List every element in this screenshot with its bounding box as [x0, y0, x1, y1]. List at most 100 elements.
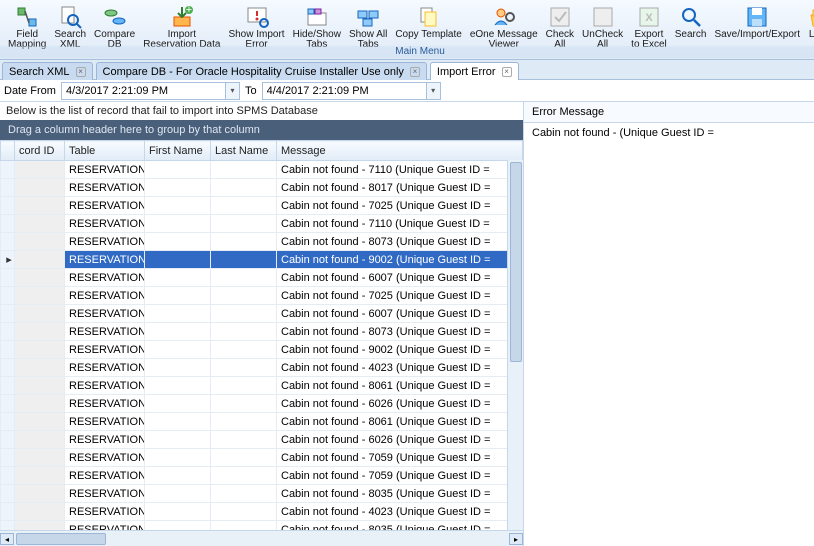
show-import-error-button[interactable]: Show Import Error: [224, 3, 288, 52]
table-row[interactable]: RESERVATIONCabin not found - 6007 (Uniqu…: [1, 269, 523, 287]
date-to-dropdown[interactable]: ▾: [427, 82, 441, 100]
show-all-tabs-button[interactable]: Show All Tabs: [345, 3, 391, 52]
table-row[interactable]: ▸RESERVATIONCabin not found - 9002 (Uniq…: [1, 251, 523, 269]
check-all-button[interactable]: Check All: [542, 3, 578, 52]
cell-first-name: [145, 503, 211, 521]
horizontal-scrollbar[interactable]: ◂ ▸: [0, 530, 523, 546]
load-button[interactable]: Load: [804, 3, 814, 42]
cell-last-name: [211, 413, 277, 431]
tab[interactable]: Import Error×: [430, 62, 519, 80]
cell-message: Cabin not found - 6026 (Unique Guest ID …: [277, 431, 523, 449]
cell-message: Cabin not found - 9002 (Unique Guest ID …: [277, 251, 523, 269]
table-row[interactable]: RESERVATIONCabin not found - 7110 (Uniqu…: [1, 161, 523, 179]
copy-template-button[interactable]: Copy Template: [391, 3, 466, 42]
row-indicator: [1, 521, 15, 531]
table-row[interactable]: RESERVATIONCabin not found - 8035 (Uniqu…: [1, 485, 523, 503]
eone-msg-button[interactable]: eOne Message Viewer: [466, 3, 542, 52]
hide-show-tabs-button[interactable]: Hide/Show Tabs: [289, 3, 345, 52]
cell-first-name: [145, 179, 211, 197]
scrollbar-thumb[interactable]: [16, 533, 106, 545]
group-by-zone[interactable]: Drag a column header here to group by th…: [0, 120, 523, 140]
cell-message: Cabin not found - 4023 (Unique Guest ID …: [277, 359, 523, 377]
table-row[interactable]: RESERVATIONCabin not found - 6026 (Uniqu…: [1, 431, 523, 449]
error-message-panel: Error Message Cabin not found - (Unique …: [524, 102, 814, 546]
uncheck-all-button[interactable]: UnCheck All: [578, 3, 627, 52]
table-row[interactable]: RESERVATIONCabin not found - 9002 (Uniqu…: [1, 341, 523, 359]
cell-last-name: [211, 485, 277, 503]
search-xml-button[interactable]: Search XML: [50, 3, 90, 52]
compare-db-button[interactable]: Compare DB: [90, 3, 139, 52]
scroll-left-icon[interactable]: ◂: [0, 533, 14, 545]
table-row[interactable]: RESERVATIONCabin not found - 7025 (Uniqu…: [1, 197, 523, 215]
table-row[interactable]: RESERVATIONCabin not found - 4023 (Uniqu…: [1, 503, 523, 521]
table-row[interactable]: RESERVATIONCabin not found - 7025 (Uniqu…: [1, 287, 523, 305]
table-row[interactable]: RESERVATIONCabin not found - 8061 (Uniqu…: [1, 413, 523, 431]
tab-close-icon[interactable]: ×: [76, 67, 86, 77]
table-row[interactable]: RESERVATIONCabin not found - 6026 (Uniqu…: [1, 395, 523, 413]
cell-last-name: [211, 449, 277, 467]
error-panel-text: Cabin not found - (Unique Guest ID =: [524, 123, 814, 143]
save-import-button[interactable]: Save/Import/Export: [710, 3, 804, 42]
row-indicator: ▸: [1, 251, 15, 269]
date-to-input[interactable]: [262, 82, 427, 100]
export-excel-button[interactable]: XExport to Excel: [627, 3, 671, 52]
cell-cord-id: [15, 359, 65, 377]
table-row[interactable]: RESERVATIONCabin not found - 6007 (Uniqu…: [1, 305, 523, 323]
table-row[interactable]: RESERVATIONCabin not found - 8061 (Uniqu…: [1, 377, 523, 395]
table-row[interactable]: RESERVATIONCabin not found - 8073 (Uniqu…: [1, 233, 523, 251]
cell-last-name: [211, 179, 277, 197]
date-from-input[interactable]: [61, 82, 226, 100]
error-grid[interactable]: cord IDTableFirst NameLast NameMessage R…: [0, 140, 523, 530]
import-res-button[interactable]: +Import Reservation Data: [139, 3, 224, 52]
cell-first-name: [145, 485, 211, 503]
column-header[interactable]: First Name: [145, 141, 211, 161]
cell-table: RESERVATION: [65, 305, 145, 323]
check-icon: [548, 5, 572, 29]
cell-cord-id: [15, 251, 65, 269]
cell-first-name: [145, 305, 211, 323]
row-indicator: [1, 377, 15, 395]
cell-cord-id: [15, 485, 65, 503]
tab[interactable]: Search XML×: [2, 62, 93, 80]
cell-table: RESERVATION: [65, 179, 145, 197]
tab-close-icon[interactable]: ×: [502, 67, 512, 77]
column-header[interactable]: Table: [65, 141, 145, 161]
date-from-dropdown[interactable]: ▾: [226, 82, 240, 100]
table-row[interactable]: RESERVATIONCabin not found - 7059 (Uniqu…: [1, 467, 523, 485]
button-label: Search: [675, 30, 707, 40]
tab[interactable]: Compare DB - For Oracle Hospitality Crui…: [96, 62, 427, 80]
table-row[interactable]: RESERVATIONCabin not found - 8035 (Uniqu…: [1, 521, 523, 531]
cell-cord-id: [15, 413, 65, 431]
table-row[interactable]: RESERVATIONCabin not found - 4023 (Uniqu…: [1, 359, 523, 377]
row-indicator: [1, 467, 15, 485]
cell-table: RESERVATION: [65, 503, 145, 521]
vertical-scrollbar[interactable]: [507, 160, 523, 530]
column-header[interactable]: Message: [277, 141, 523, 161]
tab-close-icon[interactable]: ×: [410, 67, 420, 77]
cell-message: Cabin not found - 8035 (Unique Guest ID …: [277, 485, 523, 503]
table-row[interactable]: RESERVATIONCabin not found - 8017 (Uniqu…: [1, 179, 523, 197]
column-header[interactable]: cord ID: [15, 141, 65, 161]
date-filter-bar: Date From ▾ To ▾: [0, 80, 814, 102]
row-indicator: [1, 161, 15, 179]
field-mapping-button[interactable]: Field Mapping: [4, 3, 50, 52]
row-indicator: [1, 413, 15, 431]
cell-table: RESERVATION: [65, 287, 145, 305]
cell-message: Cabin not found - 8073 (Unique Guest ID …: [277, 233, 523, 251]
scrollbar-thumb[interactable]: [510, 162, 522, 362]
cell-table: RESERVATION: [65, 161, 145, 179]
cell-cord-id: [15, 377, 65, 395]
tabs-icon: [305, 5, 329, 29]
scroll-right-icon[interactable]: ▸: [509, 533, 523, 545]
cell-last-name: [211, 431, 277, 449]
table-row[interactable]: RESERVATIONCabin not found - 8073 (Uniqu…: [1, 323, 523, 341]
table-row[interactable]: RESERVATIONCabin not found - 7059 (Uniqu…: [1, 449, 523, 467]
column-header[interactable]: Last Name: [211, 141, 277, 161]
search-button[interactable]: Search: [671, 3, 711, 42]
save-icon: [745, 5, 769, 29]
table-row[interactable]: RESERVATIONCabin not found - 7110 (Uniqu…: [1, 215, 523, 233]
cell-first-name: [145, 287, 211, 305]
cell-last-name: [211, 251, 277, 269]
row-indicator: [1, 359, 15, 377]
cell-last-name: [211, 233, 277, 251]
